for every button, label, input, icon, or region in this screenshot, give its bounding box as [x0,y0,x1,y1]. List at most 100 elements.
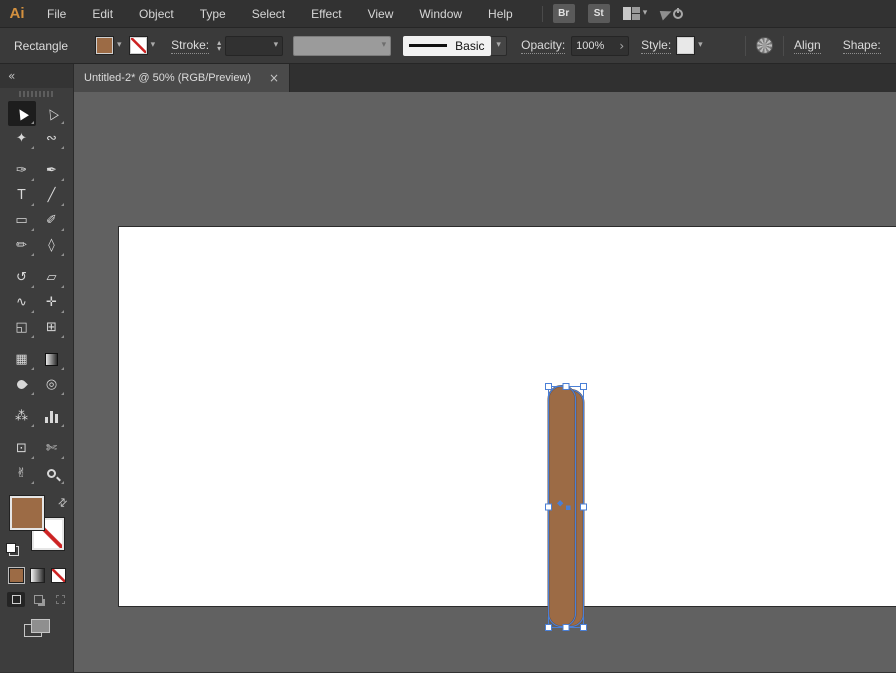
workspace-switcher-icon[interactable] [623,7,640,20]
panel-grip[interactable] [19,91,55,97]
tool-slice[interactable]: ✄ [38,436,66,461]
tool-direct-selection[interactable]: △ [38,101,66,126]
fill-indicator-swatch[interactable] [10,496,44,530]
stroke-color-swatch[interactable] [130,37,147,54]
selection-handle[interactable] [563,625,569,631]
tool-paintbrush[interactable]: ✐ [38,208,66,233]
selected-artwork[interactable] [548,385,588,635]
menu-item[interactable]: Type [187,0,239,27]
artboard-icon: ⊡ [16,441,27,456]
chevron-down-icon[interactable]: ▾ [643,9,648,18]
tool-eraser[interactable]: ◊ [38,233,66,258]
stroke-weight-select[interactable]: ▾ [225,36,283,56]
opacity-field[interactable]: 100% › [571,36,629,56]
stroke-chevron-icon[interactable]: ▾ [151,41,156,50]
recolor-artwork-icon[interactable] [756,37,773,54]
tool-magic-wand[interactable]: ✦ [8,126,36,151]
tool-perspective-grid[interactable]: ⊞ [38,315,66,340]
menu-item[interactable]: Window [406,0,475,27]
tools-panel-header: « [0,64,73,88]
draw-inside-button[interactable] [51,592,69,607]
eraser-icon: ◊ [48,238,54,253]
tool-zoom[interactable] [38,461,66,486]
stepper-down-icon[interactable]: ▾ [217,46,221,52]
graphic-style-label[interactable]: Style: [641,38,671,54]
tool-curvature[interactable]: ✑ [8,158,36,183]
tool-column-graph[interactable] [38,404,66,429]
control-bar-right: Align Shape: Transform [735,28,896,63]
selection-handle[interactable] [546,504,552,510]
tool-line-segment[interactable]: ╱ [38,183,66,208]
menu-item[interactable]: Help [475,0,526,27]
document-tab-title: Untitled-2* @ 50% (RGB/Preview) [84,72,251,84]
none-button[interactable] [51,568,66,583]
align-label[interactable]: Align [794,38,821,54]
draw-normal-button[interactable] [7,592,25,607]
brush-definition-dropdown[interactable]: ▾ [491,36,507,56]
brush-definition-preview[interactable]: Basic [403,36,491,56]
tool-pencil[interactable]: ✏ [8,233,36,258]
stroke-weight-stepper[interactable]: ▴ ▾ [217,40,221,52]
tool-blend[interactable]: ◎ [38,372,66,397]
tool-rotate[interactable]: ↺ [8,265,36,290]
tool-hand[interactable]: ✌ [8,461,36,486]
paintbrush-icon: ✐ [46,213,57,228]
default-fill-stroke-icon[interactable] [6,543,19,556]
document-tab[interactable]: Untitled-2* @ 50% (RGB/Preview) × [74,64,290,92]
tool-selection[interactable]: ▲ [8,101,36,126]
tool-shape-builder[interactable]: ◱ [8,315,36,340]
tool-artboard[interactable]: ⊡ [8,436,36,461]
tool-eyedropper[interactable] [8,372,36,397]
stick-shape-left[interactable] [549,386,576,627]
stroke-weight-label[interactable]: Stroke: [171,38,209,54]
collapse-panel-icon[interactable]: « [8,69,15,83]
opacity-arrow-icon[interactable]: › [619,40,624,52]
stock-button[interactable]: St [588,4,610,23]
stroke-weight-chevron-icon[interactable]: ▾ [274,41,279,50]
control-bar: Rectangle ▾ ▾ Stroke: ▴ ▾ ▾ ▾ Basic ▾ Op… [0,28,896,64]
tool-type[interactable]: T [8,183,36,208]
canvas[interactable] [74,92,896,672]
menu-item[interactable]: File [34,0,79,27]
opacity-label[interactable]: Opacity: [521,38,565,54]
tool-rectangle[interactable]: ▭ [8,208,36,233]
tool-pen[interactable]: ✒ [38,158,66,183]
graphic-style-swatch[interactable] [677,37,694,54]
tab-close-icon[interactable]: × [269,71,279,85]
style-chevron-icon[interactable]: ▾ [698,41,703,50]
selection-icon: ▲ [13,104,29,122]
tool-width[interactable]: ∿ [8,290,36,315]
shape-label[interactable]: Shape: [843,38,881,54]
selection-handle[interactable] [581,625,587,631]
swap-fill-stroke-icon[interactable]: ⇄ [55,495,71,511]
tool-row: ✌ [0,461,73,486]
selection-handle[interactable] [581,384,587,390]
bridge-button[interactable]: Br [553,4,575,23]
tool-lasso[interactable]: ∾ [38,126,66,151]
menu-item[interactable]: View [355,0,407,27]
selection-handle[interactable] [546,384,552,390]
opacity-value: 100% [576,40,604,52]
fill-chevron-icon[interactable]: ▾ [117,41,122,50]
menu-item[interactable]: Edit [79,0,126,27]
selection-handle[interactable] [581,504,587,510]
tool-gradient[interactable] [38,347,66,372]
menu-item[interactable]: Select [239,0,298,27]
gradient-button[interactable] [30,568,45,583]
fill-color-swatch[interactable] [96,37,113,54]
tool-scale[interactable]: ▱ [38,265,66,290]
color-button[interactable] [9,568,24,583]
tool-symbol-sprayer[interactable]: ⁂ [8,404,36,429]
draw-behind-button[interactable] [29,592,47,607]
selection-handle[interactable] [563,384,569,390]
brush-chevron-icon[interactable]: ▾ [496,41,501,50]
tool-mesh[interactable]: ▦ [8,347,36,372]
menu-item[interactable]: Object [126,0,187,27]
tool-puppet-warp[interactable]: ✛ [38,290,66,315]
selection-handle[interactable] [546,625,552,631]
pen-icon: ✒ [46,163,57,178]
tool-row: ▦ [0,347,73,372]
share-icon[interactable] [661,6,683,22]
menu-item[interactable]: Effect [298,0,354,27]
change-screen-mode-icon[interactable] [24,619,50,637]
